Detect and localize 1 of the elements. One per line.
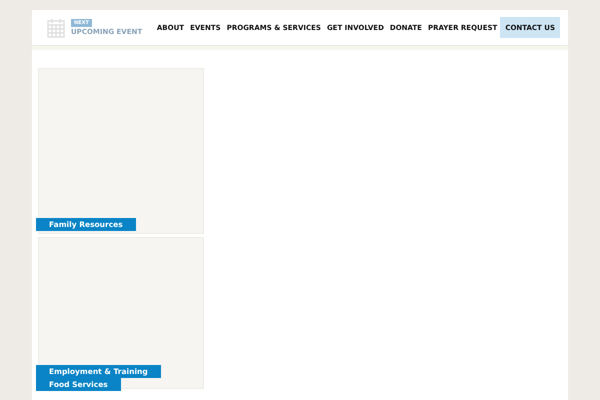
calendar-icon (47, 18, 65, 38)
